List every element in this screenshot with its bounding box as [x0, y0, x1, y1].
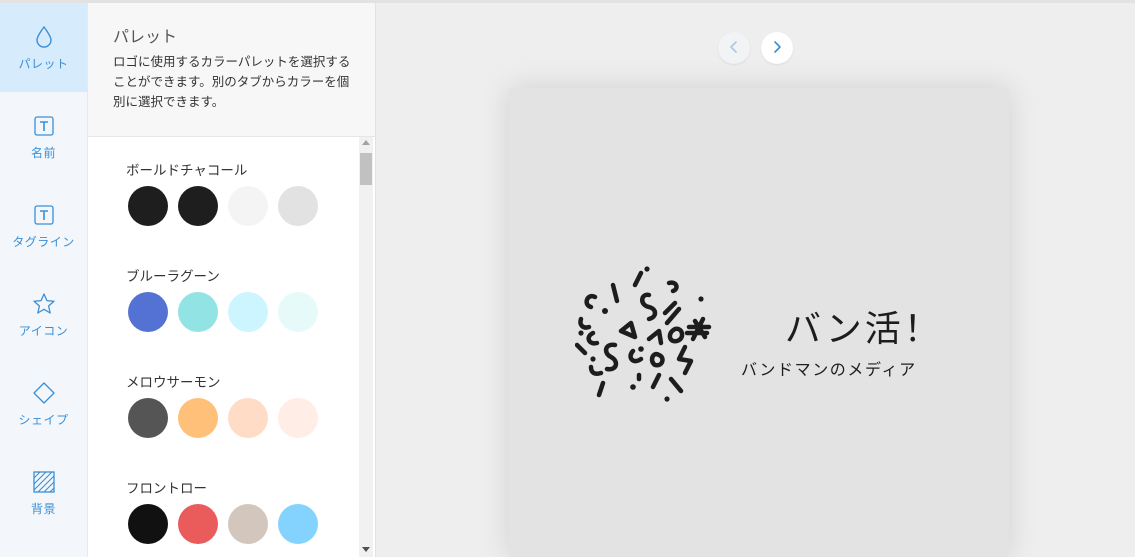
- palette-option-mellow-salmon[interactable]: メロウサーモン: [126, 371, 346, 471]
- color-swatch: [128, 292, 168, 332]
- scroll-down-arrow-icon[interactable]: [362, 547, 370, 552]
- sidebar-item-palette[interactable]: パレット: [0, 3, 87, 92]
- palette-option-bold-charcoal[interactable]: ボールドチャコール: [126, 159, 346, 259]
- prev-button[interactable]: [718, 32, 750, 64]
- color-swatch: [278, 292, 318, 332]
- sidebar-item-label: 名前: [30, 145, 56, 160]
- palette-name: メロウサーモン: [126, 375, 221, 391]
- color-swatch: [128, 186, 168, 226]
- panel-description: ロゴに使用するカラーパレットを選択することができます。別のタブからカラーを個別に…: [113, 54, 351, 109]
- logo-preview-card: バン活！ バンドマンのメディア: [509, 88, 1009, 557]
- palette-panel: パレット ロゴに使用するカラーパレットを選択することができます。別のタブからカラ…: [88, 3, 376, 557]
- color-swatch: [228, 186, 268, 226]
- color-swatch: [228, 292, 268, 332]
- sidebar-item-background[interactable]: 背景: [0, 448, 87, 537]
- sidebar: パレット 名前 タグライン アイコン シェイプ 背景: [0, 3, 88, 557]
- logo-tagline-text[interactable]: バンドマンのメディア: [741, 356, 917, 380]
- hatch-icon: [31, 469, 57, 495]
- chevron-left-icon: [729, 39, 739, 58]
- palette-name: フロントロー: [126, 481, 207, 497]
- palette-scrollbar[interactable]: [359, 137, 373, 557]
- sidebar-item-shape[interactable]: シェイプ: [0, 359, 87, 448]
- panel-title: パレット: [113, 27, 178, 46]
- text-icon: [31, 113, 57, 139]
- sidebar-item-icon[interactable]: アイコン: [0, 270, 87, 359]
- color-swatch: [278, 186, 318, 226]
- next-button[interactable]: [761, 32, 793, 64]
- palette-option-front-row[interactable]: フロントロー: [126, 477, 346, 557]
- color-swatch: [228, 504, 268, 544]
- confetti-doodle-icon: [574, 263, 727, 415]
- diamond-icon: [31, 380, 57, 406]
- sidebar-item-label: パレット: [18, 56, 69, 71]
- palette-name: ボールドチャコール: [126, 163, 248, 179]
- color-swatch: [178, 504, 218, 544]
- scrollbar-thumb[interactable]: [360, 153, 372, 185]
- sidebar-item-label: アイコン: [18, 323, 69, 338]
- color-swatch: [178, 292, 218, 332]
- sidebar-item-tagline[interactable]: タグライン: [0, 181, 87, 270]
- color-swatch: [228, 398, 268, 438]
- palette-option-blue-lagoon[interactable]: ブルーラグーン: [126, 265, 346, 365]
- palette-name: ブルーラグーン: [126, 269, 220, 285]
- color-swatch: [178, 186, 218, 226]
- sidebar-item-label: 背景: [30, 501, 56, 516]
- star-icon: [31, 291, 57, 317]
- color-swatch: [178, 398, 218, 438]
- color-swatch: [278, 504, 318, 544]
- chevron-right-icon: [772, 39, 782, 58]
- panel-header: パレット ロゴに使用するカラーパレットを選択することができます。別のタブからカラ…: [88, 3, 375, 137]
- logo-name-text[interactable]: バン活！: [785, 300, 943, 352]
- scroll-up-arrow-icon[interactable]: [362, 140, 370, 145]
- sidebar-item-label: シェイプ: [18, 412, 69, 427]
- color-swatch: [278, 398, 318, 438]
- text-icon: [31, 202, 57, 228]
- drop-icon: [31, 24, 57, 50]
- color-swatch: [128, 398, 168, 438]
- sidebar-item-name[interactable]: 名前: [0, 92, 87, 181]
- sidebar-item-label: タグライン: [12, 234, 75, 249]
- palette-list: ボールドチャコール ブルーラグーン メロウサーモン フロントロー: [88, 137, 359, 557]
- color-swatch: [128, 504, 168, 544]
